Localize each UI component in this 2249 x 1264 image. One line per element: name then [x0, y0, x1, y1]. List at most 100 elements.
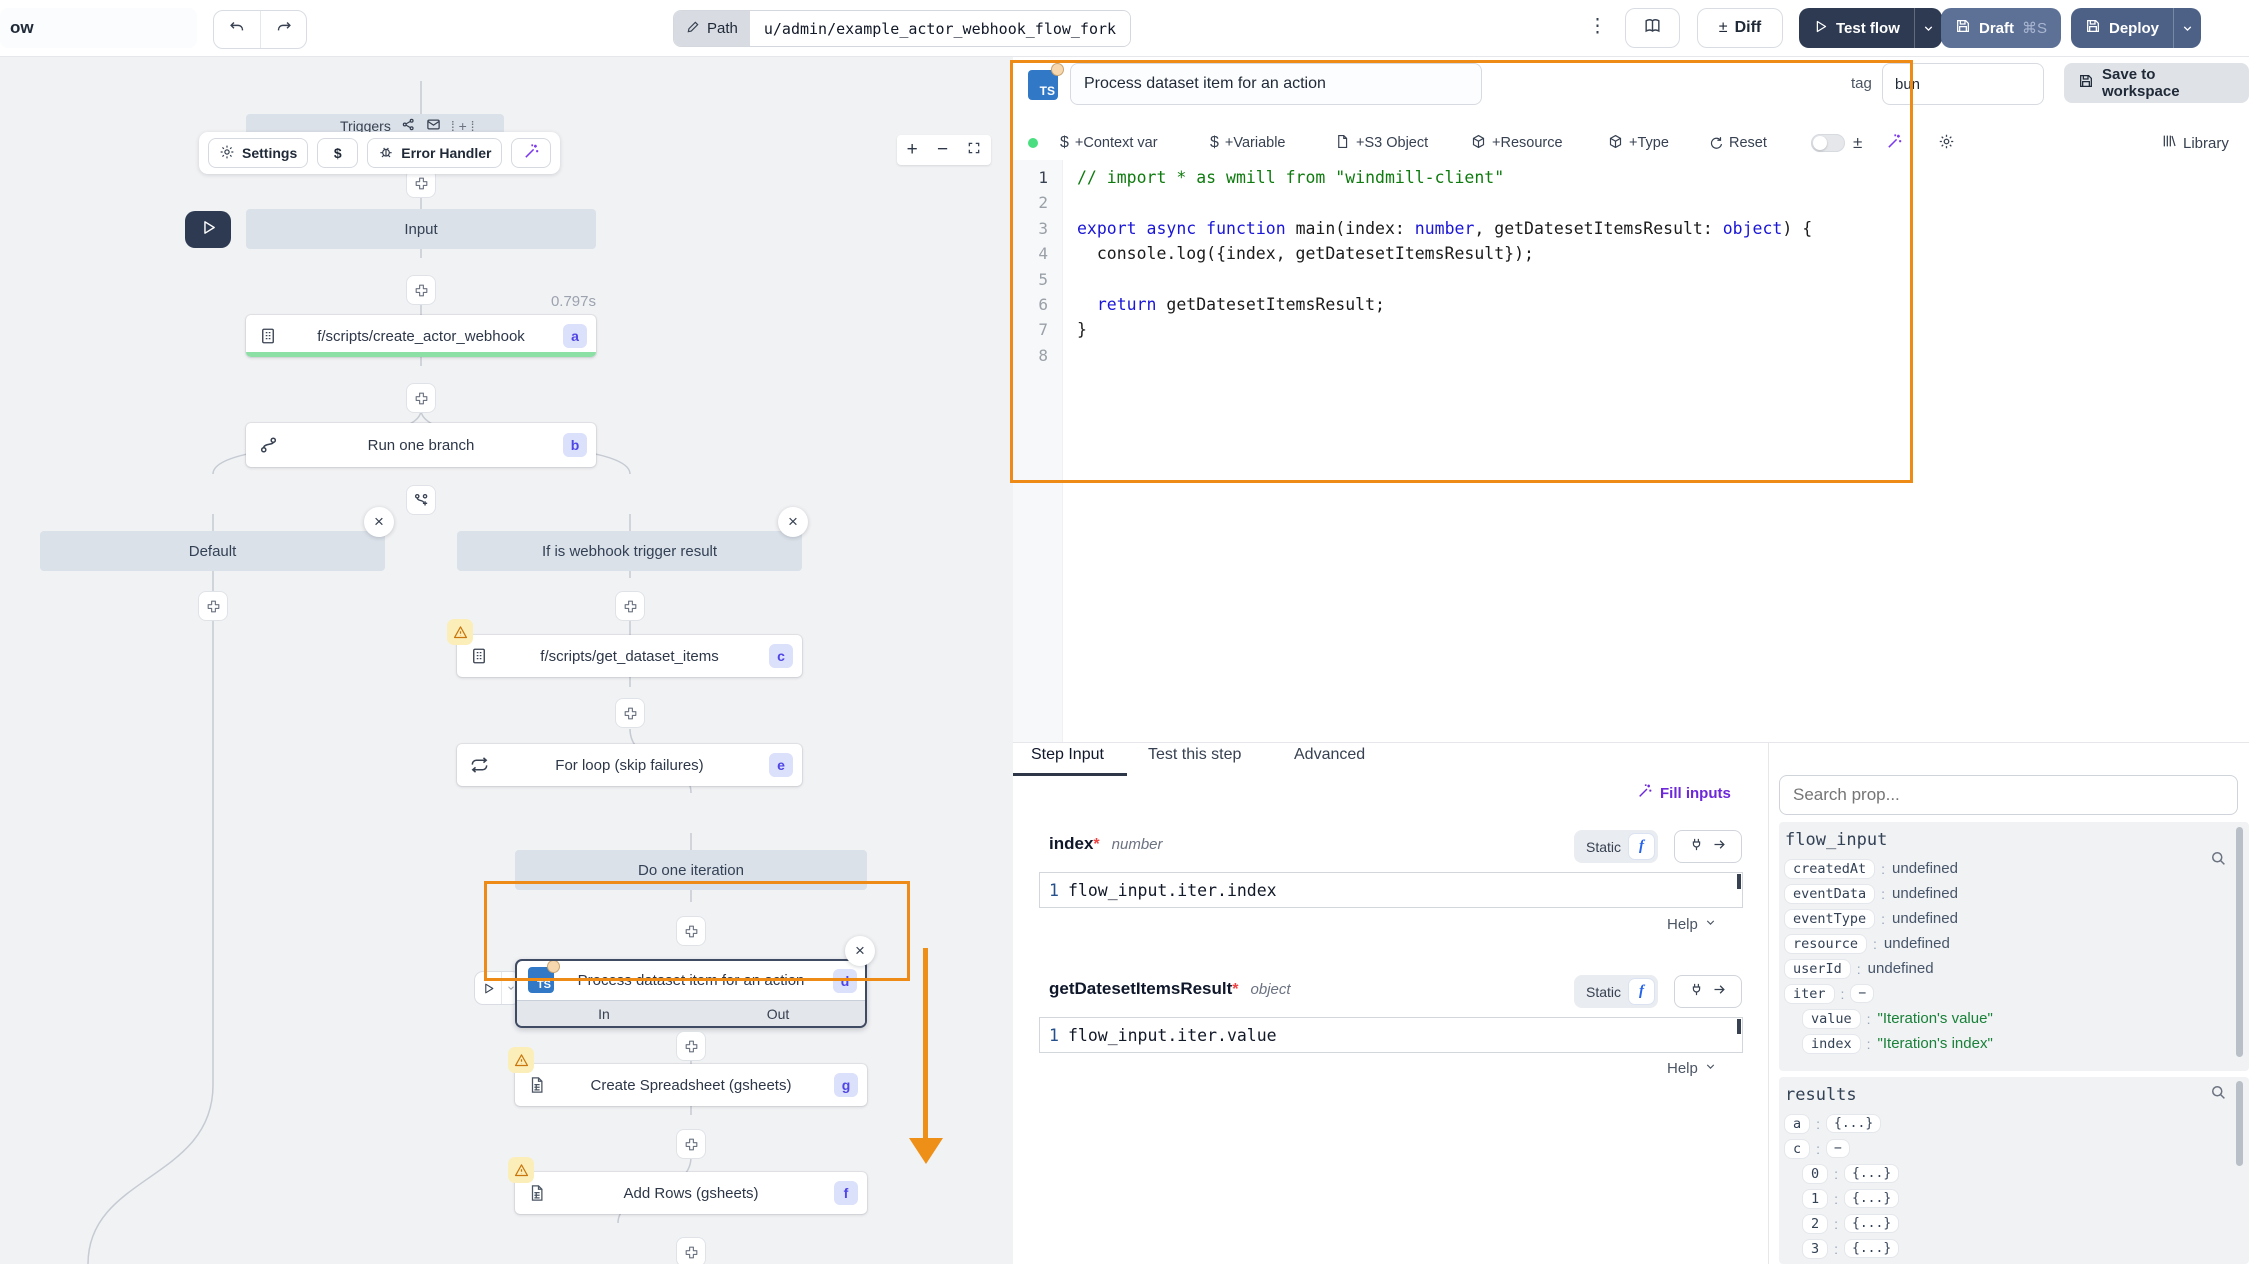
prop-value: undefined: [1884, 935, 1950, 952]
prop-key-pill[interactable]: eventData: [1785, 885, 1874, 903]
close-icon[interactable]: ×: [364, 507, 394, 537]
input-node[interactable]: Input: [246, 209, 596, 249]
prop-key-pill[interactable]: 1: [1803, 1190, 1827, 1208]
flow-settings-button[interactable]: Settings: [208, 138, 308, 168]
test-up-to-button[interactable]: [185, 211, 231, 248]
reset-button[interactable]: Reset: [1708, 134, 1767, 153]
prop-key-pill[interactable]: resource: [1785, 935, 1866, 953]
tag-input[interactable]: [1882, 63, 2044, 105]
diff-button[interactable]: ± Diff: [1697, 8, 1783, 48]
tab-test-this-step[interactable]: Test this step: [1148, 746, 1241, 764]
kebab-menu-icon[interactable]: ⋮: [1588, 15, 1608, 38]
create-actor-webhook-node[interactable]: f/scripts/create_actor_webhook a: [246, 315, 596, 357]
add-step-button[interactable]: [406, 275, 436, 305]
ai-wand-button[interactable]: [511, 138, 551, 168]
node-input-tab[interactable]: In: [517, 1001, 691, 1026]
add-step-button[interactable]: [198, 591, 228, 621]
add-rows-node[interactable]: Add Rows (gsheets) f: [515, 1172, 867, 1214]
prop-key-pill[interactable]: 0: [1803, 1165, 1827, 1183]
get-dataset-items-node[interactable]: f/scripts/get_dataset_items c: [457, 635, 802, 677]
code-editor[interactable]: // import * as wmill from "windmill-clie…: [1077, 160, 1907, 483]
fill-inputs-button[interactable]: Fill inputs: [1637, 783, 1731, 803]
prop-key-pill[interactable]: index: [1803, 1035, 1860, 1053]
function-mode-icon[interactable]: f: [1629, 979, 1654, 1004]
draft-button[interactable]: Draft ⌘S: [1941, 8, 2061, 48]
add-step-button[interactable]: [676, 916, 706, 946]
default-branch-node[interactable]: Default: [40, 531, 385, 571]
for-loop-node[interactable]: For loop (skip failures) e: [457, 744, 802, 786]
redo-button[interactable]: [260, 11, 306, 48]
help-toggle[interactable]: Help: [1667, 916, 1717, 933]
run-one-branch-node[interactable]: Run one branch b: [246, 423, 596, 467]
deploy-dropdown[interactable]: [2173, 8, 2201, 48]
getdatesetitemsresult-expr-input[interactable]: 1 flow_input.iter.value: [1039, 1017, 1743, 1053]
prop-value: "Iteration's index": [1878, 1035, 1993, 1052]
add-step-button[interactable]: [676, 1031, 706, 1061]
flow-input-rows: createdAt : undefined eventData : undefi…: [1785, 856, 2249, 1056]
deploy-button[interactable]: Deploy: [2071, 8, 2201, 48]
scrollbar[interactable]: [2236, 1081, 2243, 1166]
connect-input-button[interactable]: [1674, 830, 1742, 863]
flow-name-input[interactable]: ow: [0, 8, 197, 48]
add-step-button[interactable]: [615, 591, 645, 621]
prop-key-pill[interactable]: a: [1785, 1115, 1809, 1133]
pencil-icon: [686, 20, 700, 38]
do-one-iteration-node[interactable]: Do one iteration: [515, 850, 867, 890]
node-output-tab[interactable]: Out: [691, 1001, 865, 1026]
fit-view-icon[interactable]: [967, 141, 981, 160]
prop-key-pill[interactable]: 3: [1803, 1240, 1827, 1258]
ai-wand-icon[interactable]: [1886, 133, 1903, 154]
add-step-button[interactable]: [676, 1129, 706, 1159]
path-chip[interactable]: Path u/admin/example_actor_webhook_flow_…: [673, 10, 1131, 47]
add-context-var-button[interactable]: $+Context var: [1060, 134, 1158, 152]
zoom-out-icon[interactable]: −: [937, 139, 948, 161]
connect-input-button[interactable]: [1674, 975, 1742, 1008]
step-title-input[interactable]: [1070, 63, 1482, 105]
flow-variables-button[interactable]: $: [317, 138, 358, 168]
diff-mode-toggle[interactable]: [1811, 134, 1845, 152]
close-icon[interactable]: ×: [778, 507, 808, 537]
add-resource-button[interactable]: +Resource: [1471, 134, 1563, 153]
prop-key-pill[interactable]: 2: [1803, 1215, 1827, 1233]
error-handler-button[interactable]: Error Handler: [367, 138, 502, 168]
prop-key-pill[interactable]: value: [1803, 1010, 1860, 1028]
undo-button[interactable]: [214, 11, 260, 48]
run-step-button[interactable]: [474, 971, 521, 1005]
static-toggle[interactable]: Static f: [1574, 830, 1658, 863]
process-item-node-selected[interactable]: TS Process dataset item for an action d …: [515, 959, 867, 1028]
add-branch-button[interactable]: [406, 485, 436, 515]
prop-key-pill[interactable]: eventType: [1785, 910, 1874, 928]
add-type-button[interactable]: +Type: [1608, 134, 1669, 153]
prop-key-pill[interactable]: userId: [1785, 960, 1850, 978]
tab-step-input[interactable]: Step Input: [1031, 746, 1104, 764]
flow-canvas[interactable]: Triggers ⁞ + ⁞ Settings $ Error Handler …: [0, 57, 1013, 1264]
add-variable-button[interactable]: $+Variable: [1210, 134, 1286, 152]
create-spreadsheet-node[interactable]: Create Spreadsheet (gsheets) g: [515, 1064, 867, 1106]
add-s3-object-button[interactable]: +S3 Object: [1335, 134, 1428, 153]
search-icon[interactable]: [2209, 1083, 2227, 1106]
add-step-button[interactable]: [615, 698, 645, 728]
add-step-button[interactable]: [406, 383, 436, 413]
editor-settings-icon[interactable]: [1938, 133, 1955, 154]
test-flow-dropdown[interactable]: [1914, 8, 1942, 48]
add-step-button[interactable]: [676, 1237, 706, 1264]
close-icon[interactable]: ×: [845, 936, 875, 966]
search-icon[interactable]: [2209, 849, 2227, 872]
function-mode-icon[interactable]: f: [1629, 834, 1654, 859]
tab-advanced[interactable]: Advanced: [1294, 746, 1365, 764]
index-expr-input[interactable]: 1 flow_input.iter.index: [1039, 872, 1743, 908]
library-button[interactable]: Library: [2161, 133, 2229, 153]
test-flow-button[interactable]: Test flow: [1799, 8, 1942, 48]
help-toggle[interactable]: Help: [1667, 1060, 1717, 1077]
prop-key-pill[interactable]: iter: [1785, 985, 1834, 1003]
zoom-in-icon[interactable]: +: [907, 139, 918, 161]
static-toggle[interactable]: Static f: [1574, 975, 1658, 1008]
if-branch-node[interactable]: If is webhook trigger result: [457, 531, 802, 571]
scrollbar[interactable]: [2236, 827, 2243, 1057]
search-prop-input[interactable]: [1779, 775, 2238, 815]
prop-key-pill[interactable]: c: [1785, 1140, 1809, 1158]
docs-button[interactable]: [1625, 8, 1680, 48]
save-to-workspace-button[interactable]: Save to workspace: [2064, 63, 2249, 103]
plus-minus-icon[interactable]: ±: [1853, 133, 1862, 153]
prop-key-pill[interactable]: createdAt: [1785, 860, 1874, 878]
